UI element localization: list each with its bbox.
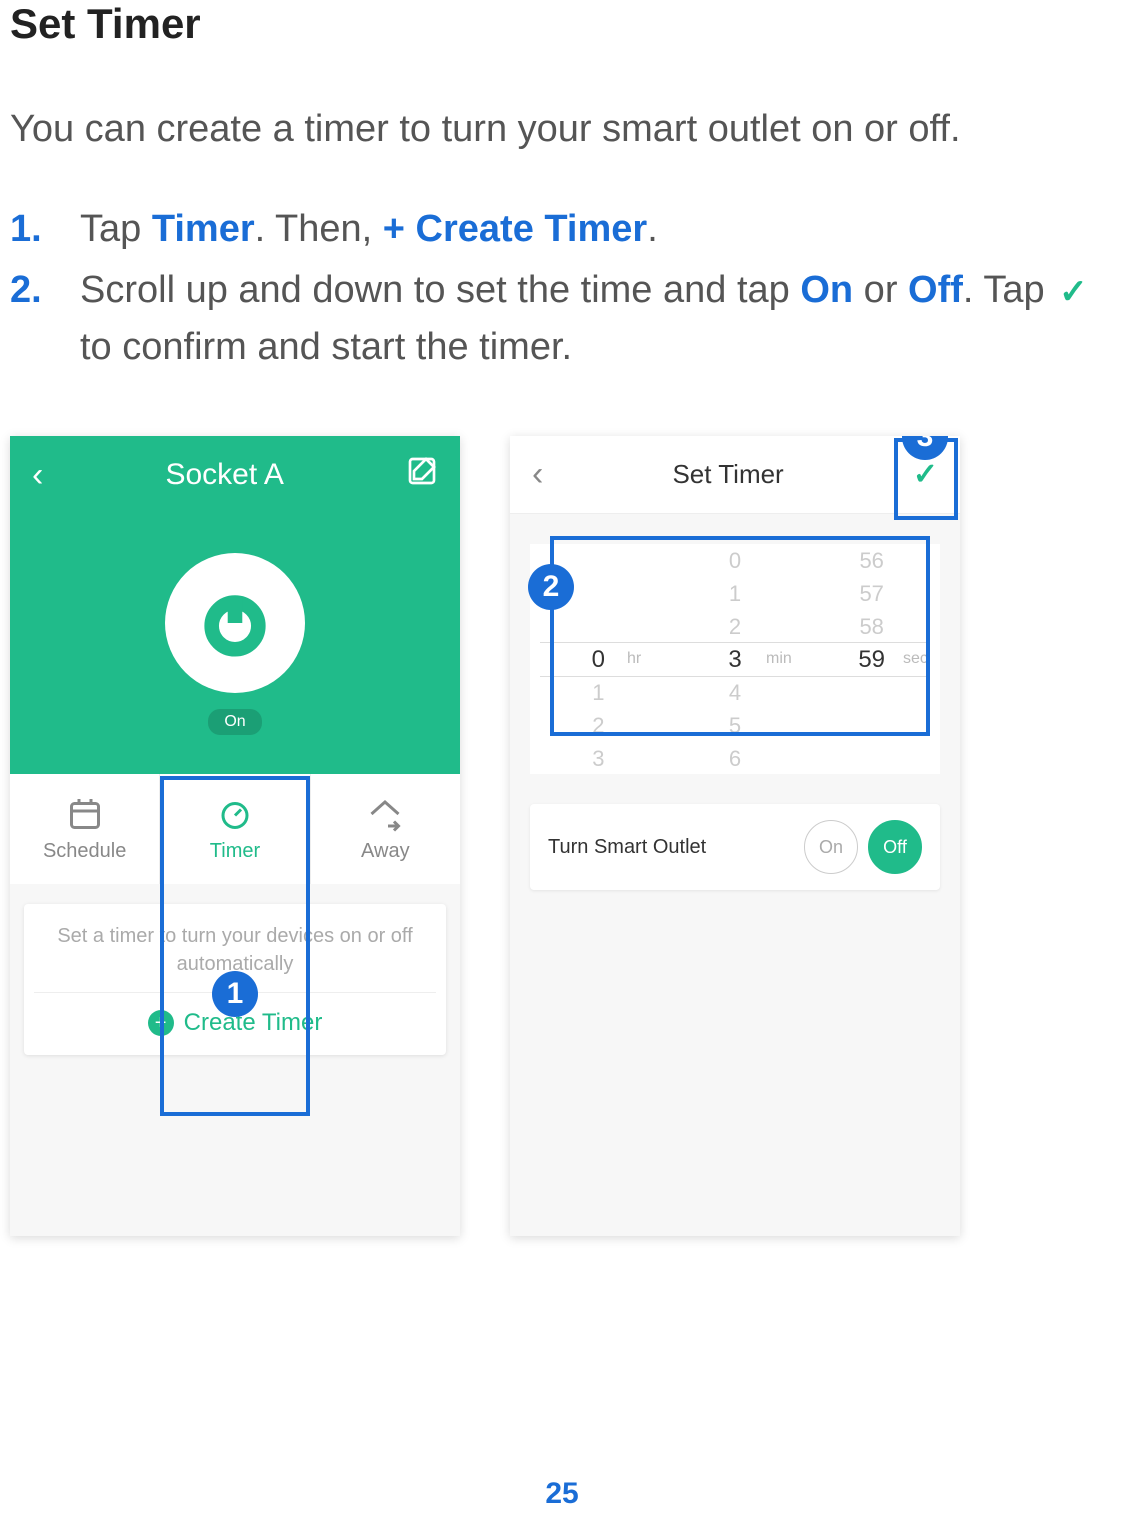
step-2-on: On <box>800 269 853 311</box>
picker-val: 2 <box>729 610 741 643</box>
edit-icon[interactable] <box>406 455 438 495</box>
toggle-label: Turn Smart Outlet <box>548 836 706 859</box>
status-pill: On <box>208 709 261 735</box>
callout-2-badge: 2 <box>528 564 574 610</box>
step-1: Tap Timer. Then, + Create Timer. <box>10 201 1114 258</box>
phone-socket-a: ‹ Socket A On Schedule Timer Away <box>10 436 460 1236</box>
step-2-text-c: or <box>853 269 908 311</box>
picker-val: 1 <box>592 676 604 709</box>
step-1-text-a: Tap <box>80 208 152 250</box>
picker-val: 5 <box>729 709 741 742</box>
tab-timer[interactable]: Timer <box>160 774 310 884</box>
create-timer-label: Create Timer <box>184 1009 323 1037</box>
picker-sec[interactable]: 56 57 58 59 <box>803 544 940 774</box>
toggle-off-button[interactable]: Off <box>868 820 922 874</box>
tab-schedule[interactable]: Schedule <box>10 774 160 884</box>
tab-timer-label: Timer <box>210 840 260 863</box>
hero-a: On <box>10 514 460 774</box>
calendar-icon <box>67 796 103 832</box>
step-1-timer: Timer <box>152 208 255 250</box>
time-picker[interactable]: hr min sec 0 1 2 3 0 1 2 3 <box>530 544 940 774</box>
picker-min[interactable]: 0 1 2 3 4 5 6 <box>667 544 804 774</box>
step-1-text-c: . Then, <box>255 208 383 250</box>
back-icon-b[interactable]: ‹ <box>532 455 543 494</box>
toggle-row: Turn Smart Outlet On Off <box>530 804 940 890</box>
tab-schedule-label: Schedule <box>43 840 126 863</box>
header-a: ‹ Socket A <box>10 436 460 514</box>
picker-val: 4 <box>729 676 741 709</box>
timer-icon <box>217 796 253 832</box>
picker-val-selected: 0 <box>592 643 605 676</box>
picker-val: 57 <box>859 577 883 610</box>
header-title-b: Set Timer <box>672 459 783 490</box>
page-number: 25 <box>545 1477 578 1511</box>
step-2-text-e: . Tap <box>963 269 1055 311</box>
step-1-text-e: . <box>647 208 658 250</box>
confirm-check-icon[interactable]: ✓ <box>913 457 938 492</box>
step-2-text-f: to confirm and start the timer. <box>80 326 572 368</box>
plus-icon: + <box>148 1010 174 1036</box>
picker-val: 0 <box>729 544 741 577</box>
tab-away[interactable]: Away <box>311 774 460 884</box>
step-2-text-a: Scroll up and down to set the time and t… <box>80 269 800 311</box>
callout-1-badge: 1 <box>212 971 258 1017</box>
tab-away-label: Away <box>361 840 410 863</box>
picker-val-selected: 3 <box>728 643 741 676</box>
header-b: ‹ Set Timer ✓ <box>510 436 960 514</box>
picker-val: 1 <box>729 577 741 610</box>
away-icon <box>367 796 403 832</box>
step-2-off: Off <box>908 269 963 311</box>
picker-val: 58 <box>859 610 883 643</box>
check-icon: ✓ <box>1059 267 1088 318</box>
phone-set-timer: ‹ Set Timer ✓ hr min sec 0 1 2 3 <box>510 436 960 1236</box>
picker-val: 56 <box>859 544 883 577</box>
steps-list: Tap Timer. Then, + Create Timer. Scroll … <box>10 201 1114 376</box>
picker-val-selected: 59 <box>858 643 885 676</box>
picker-val: 6 <box>729 742 741 775</box>
picker-val: 2 <box>592 709 604 742</box>
back-icon[interactable]: ‹ <box>32 456 43 495</box>
step-1-create: + Create Timer <box>383 208 647 250</box>
toggle-on-button[interactable]: On <box>804 820 858 874</box>
intro-text: You can create a timer to turn your smar… <box>10 103 1114 156</box>
power-button[interactable] <box>165 553 305 693</box>
header-title-a: Socket A <box>165 458 283 492</box>
picker-val: 3 <box>592 742 604 775</box>
page-title: Set Timer <box>10 0 1114 48</box>
step-2: Scroll up and down to set the time and t… <box>10 262 1114 376</box>
tabs: Schedule Timer Away <box>10 774 460 884</box>
screenshots-row: ‹ Socket A On Schedule Timer Away <box>10 426 1114 1236</box>
